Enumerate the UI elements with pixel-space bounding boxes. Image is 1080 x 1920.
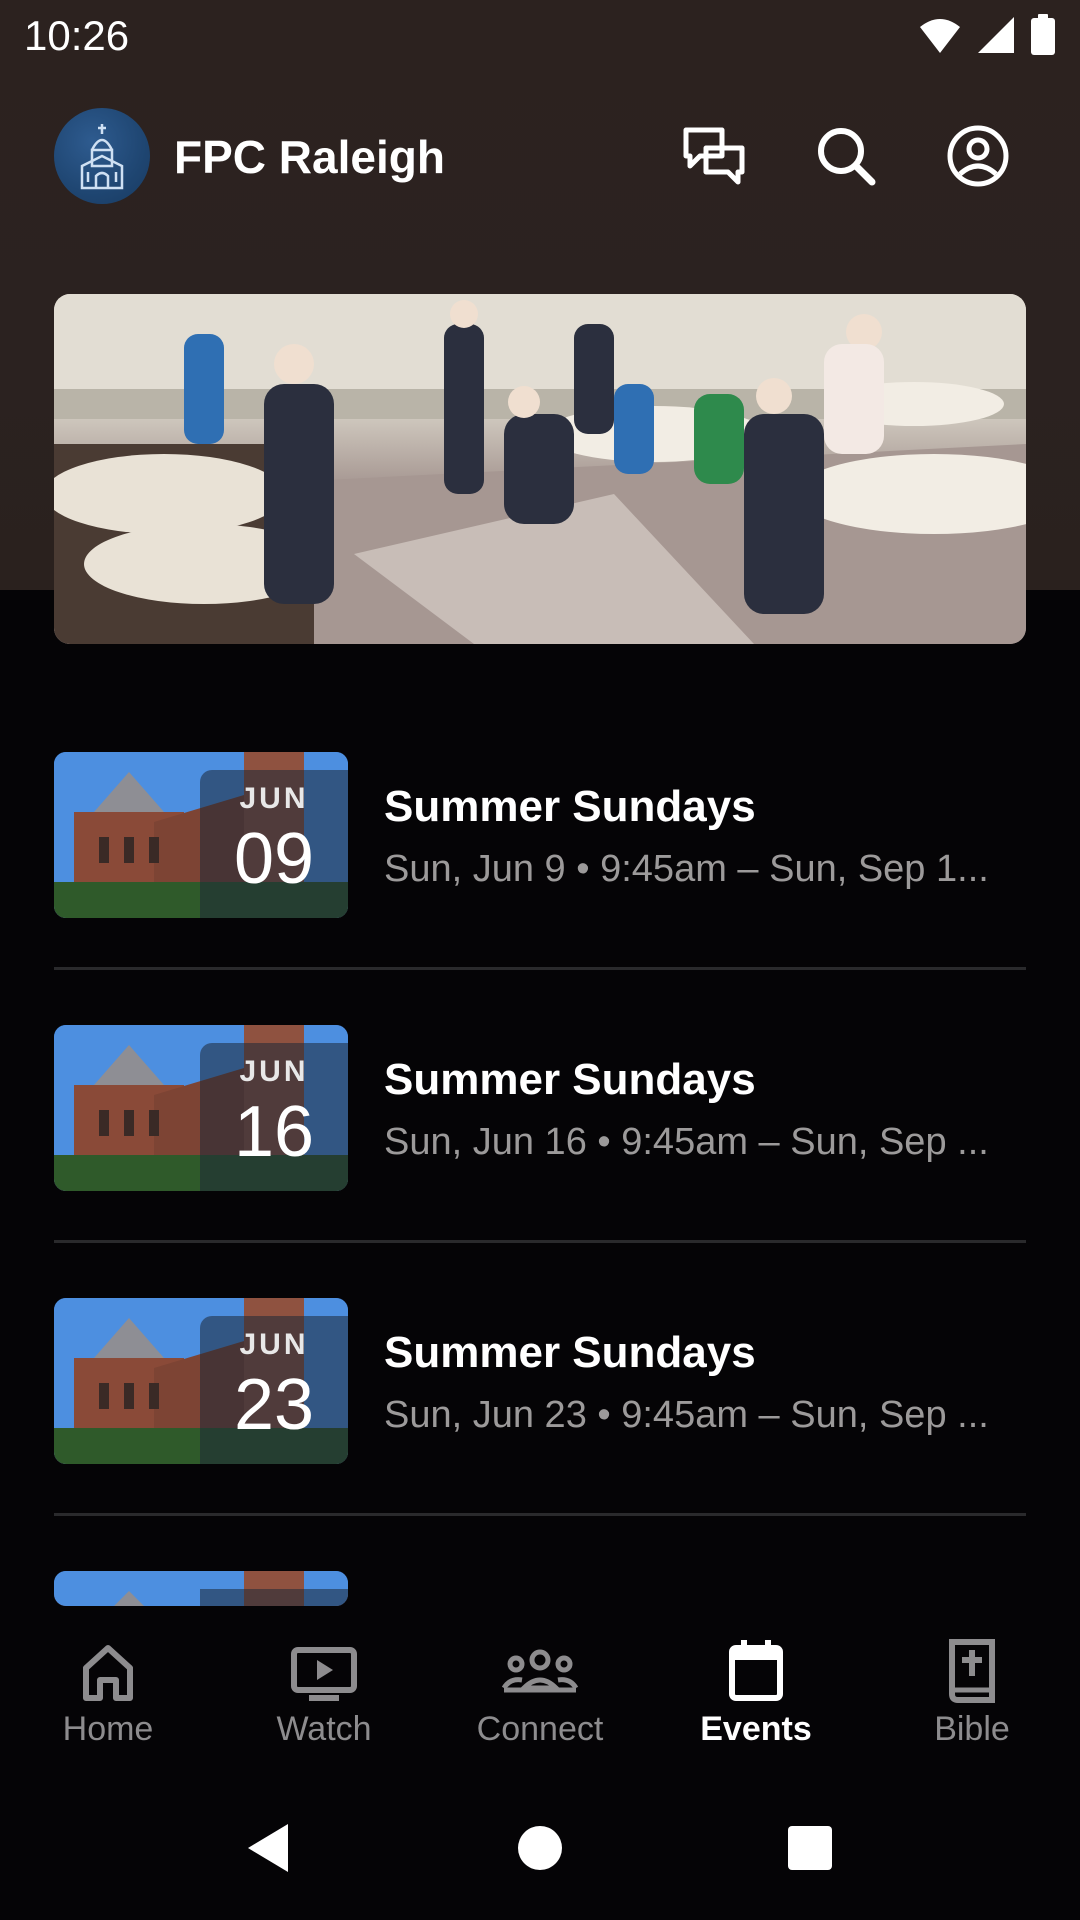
- app-bar: FPC Raleigh: [0, 100, 1080, 220]
- nav-label: Watch: [276, 1710, 372, 1748]
- event-datetime: Sun, Jun 23 • 9:45am – Sun, Sep ...: [384, 1394, 989, 1436]
- home-system-button[interactable]: [508, 1816, 572, 1880]
- date-badge: JUN 23: [200, 1316, 348, 1464]
- status-icons: [918, 14, 1056, 56]
- date-badge: JUN 09: [200, 770, 348, 918]
- bible-icon: [949, 1639, 995, 1703]
- status-time: 10:26: [24, 12, 130, 59]
- nav-label: Connect: [476, 1710, 604, 1748]
- home-icon: [83, 1645, 133, 1701]
- calendar-icon: [729, 1640, 783, 1701]
- hero-photo: [54, 294, 1026, 644]
- date-badge: JUN 16: [200, 1043, 348, 1191]
- church-logo[interactable]: [54, 108, 150, 204]
- nav-label: Events: [700, 1710, 812, 1748]
- nav-label: Home: [62, 1710, 154, 1748]
- app-title: FPC Raleigh: [174, 131, 445, 183]
- event-day: 23: [233, 1365, 315, 1445]
- event-thumbnail: JUN 16: [54, 1025, 348, 1191]
- divider: [54, 1240, 1026, 1243]
- event-list-item[interactable]: JUN 09 Summer Sundays Sun, Jun 9 • 9:45a…: [54, 752, 1026, 918]
- profile-button[interactable]: [944, 122, 1012, 190]
- event-list-item-partial[interactable]: [54, 1571, 1026, 1606]
- event-month: JUN: [239, 1055, 309, 1088]
- messages-button[interactable]: [680, 122, 748, 190]
- battery-icon: [1031, 14, 1055, 55]
- event-thumbnail: JUN 09: [54, 752, 348, 918]
- account-circle-icon: [947, 125, 1009, 187]
- cellular-signal-icon: [978, 17, 1014, 53]
- nav-connect[interactable]: Connect: [432, 1636, 648, 1766]
- back-button[interactable]: [236, 1816, 300, 1880]
- event-title: Summer Sundays: [384, 1328, 756, 1377]
- nav-events[interactable]: Events: [648, 1636, 864, 1766]
- recents-square-icon: [788, 1826, 832, 1870]
- tv-play-icon: [291, 1647, 357, 1701]
- group-icon: [501, 1649, 579, 1693]
- event-title: Summer Sundays: [384, 1055, 756, 1104]
- event-datetime: Sun, Jun 16 • 9:45am – Sun, Sep ...: [384, 1121, 989, 1163]
- event-list-item[interactable]: JUN 23 Summer Sundays Sun, Jun 23 • 9:45…: [54, 1298, 1026, 1464]
- bottom-navigation: Home Watch Connect Events Bible: [0, 1606, 1080, 1776]
- search-button[interactable]: [812, 122, 880, 190]
- divider: [54, 1513, 1026, 1516]
- search-icon: [818, 128, 876, 186]
- chat-bubbles-icon: [683, 127, 745, 185]
- system-navigation-bar: [0, 1776, 1080, 1920]
- nav-watch[interactable]: Watch: [216, 1636, 432, 1766]
- recents-button[interactable]: [778, 1816, 842, 1880]
- nav-label: Bible: [934, 1710, 1010, 1748]
- event-day: 09: [233, 819, 315, 899]
- hero-image[interactable]: [54, 294, 1026, 644]
- status-bar: 10:26: [0, 0, 1080, 72]
- event-thumbnail: JUN 23: [54, 1298, 348, 1464]
- church-photo: [54, 1571, 348, 1606]
- event-title: Summer Sundays: [384, 782, 756, 831]
- nav-bible[interactable]: Bible: [864, 1636, 1080, 1766]
- event-list-item[interactable]: JUN 16 Summer Sundays Sun, Jun 16 • 9:45…: [54, 1025, 1026, 1191]
- wifi-icon: [920, 19, 960, 53]
- event-month: JUN: [239, 1328, 309, 1361]
- event-datetime: Sun, Jun 9 • 9:45am – Sun, Sep 1...: [384, 848, 989, 890]
- event-thumbnail: [54, 1571, 348, 1606]
- nav-home[interactable]: Home: [0, 1636, 216, 1766]
- church-logo-icon: [80, 124, 124, 190]
- divider: [54, 967, 1026, 970]
- event-day: 16: [233, 1092, 315, 1172]
- home-circle-icon: [518, 1826, 562, 1870]
- event-month: JUN: [239, 782, 309, 815]
- back-triangle-icon: [248, 1824, 288, 1872]
